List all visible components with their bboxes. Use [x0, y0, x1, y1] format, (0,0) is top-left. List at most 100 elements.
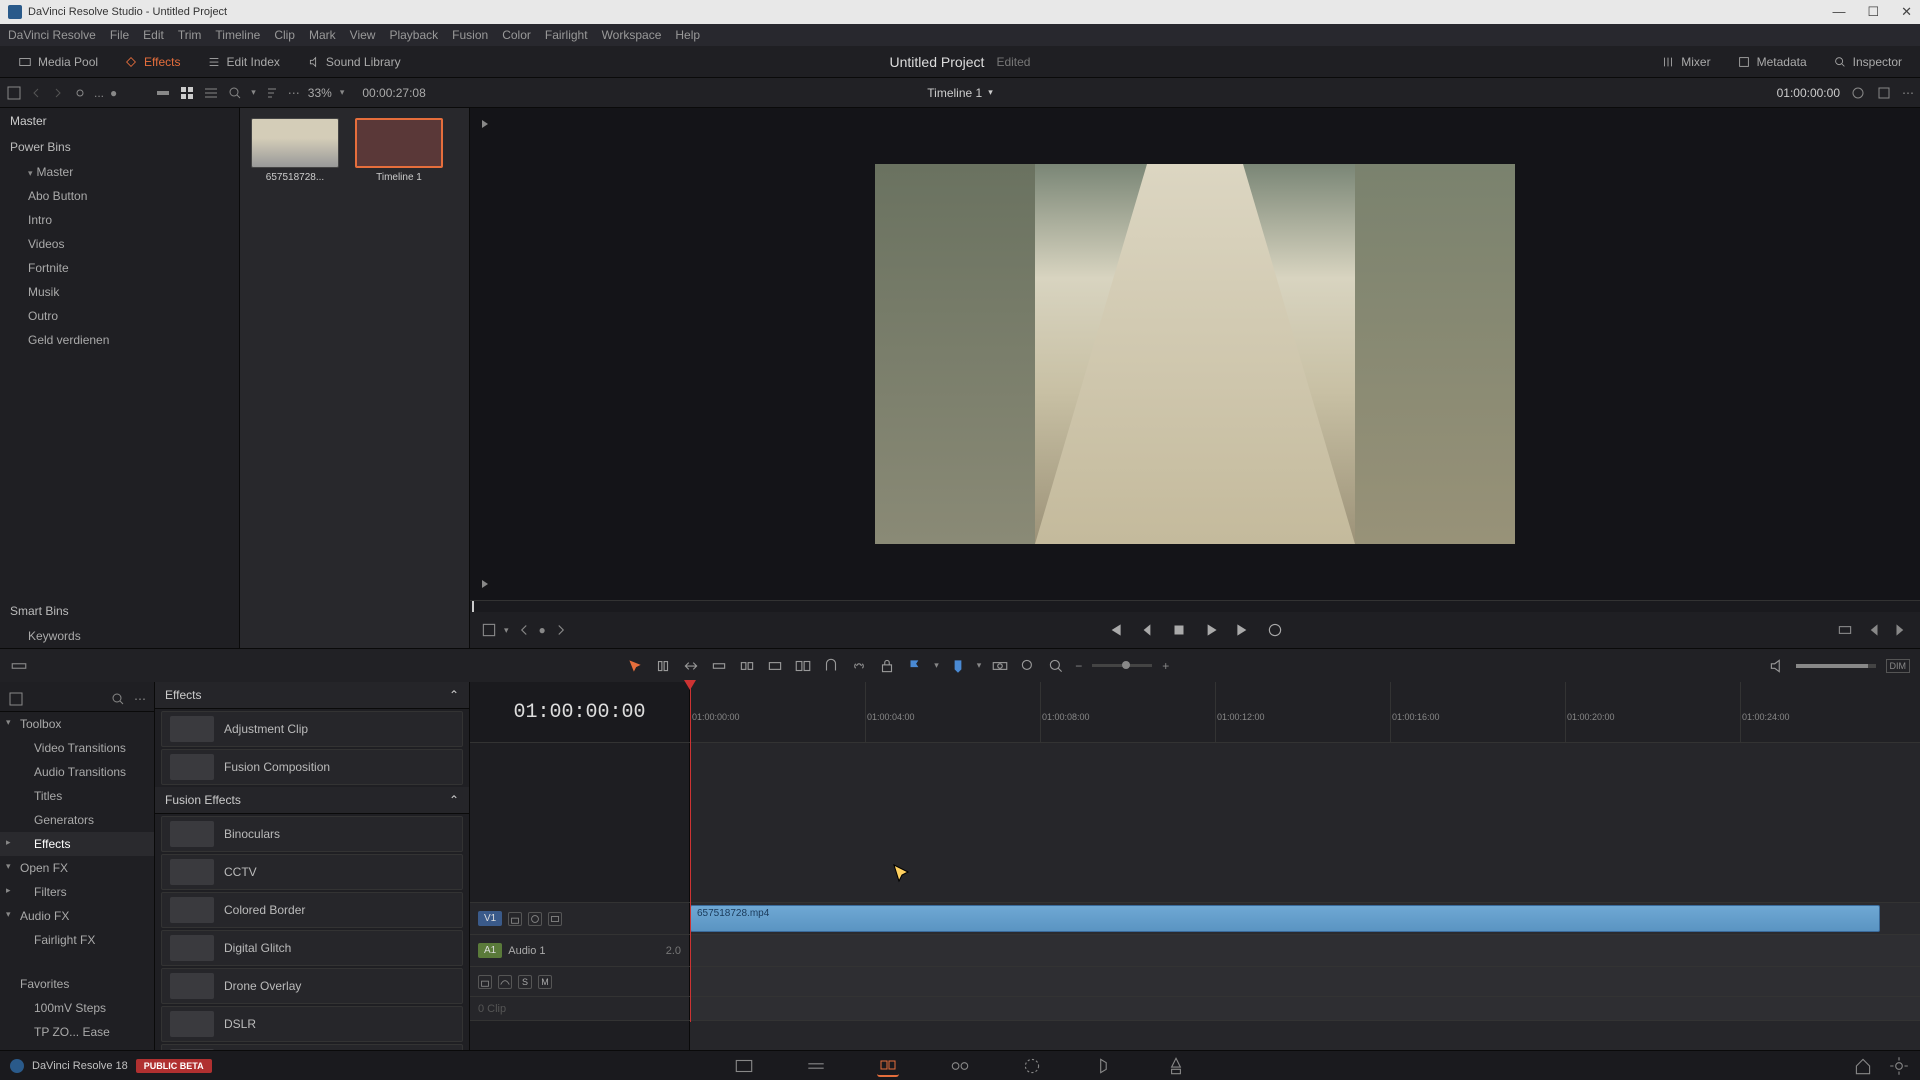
bin-item[interactable]: Intro	[0, 208, 239, 232]
overwrite-icon[interactable]	[766, 657, 784, 675]
bin-item[interactable]: Videos	[0, 232, 239, 256]
disable-track-icon[interactable]	[528, 912, 542, 926]
cut-page-icon[interactable]	[805, 1055, 827, 1077]
lock-track-icon[interactable]	[508, 912, 522, 926]
viewer-canvas[interactable]	[470, 108, 1920, 600]
settings-icon[interactable]	[1888, 1055, 1910, 1077]
video-track-header[interactable]: V1	[470, 903, 690, 934]
fusion-page-icon[interactable]	[949, 1055, 971, 1077]
loop-button[interactable]	[1266, 621, 1284, 639]
lock-icon[interactable]	[878, 657, 896, 675]
v1-badge[interactable]: V1	[478, 911, 502, 926]
fx-cat-item[interactable]: Generators	[0, 808, 154, 832]
media-clip-thumb[interactable]: 657518728...	[250, 118, 340, 183]
fx-cat-item[interactable]: Video Transitions	[0, 736, 154, 760]
blade-tool-icon[interactable]	[710, 657, 728, 675]
dim-icon[interactable]: DIM	[1886, 659, 1911, 673]
keywords-bin[interactable]: Keywords	[0, 624, 239, 648]
flag-icon[interactable]	[906, 657, 924, 675]
menu-workspace[interactable]: Workspace	[602, 28, 662, 42]
solo-button[interactable]: S	[518, 975, 532, 989]
mute-icon[interactable]	[1768, 657, 1786, 675]
fx-item[interactable]: Drone Overlay	[161, 968, 463, 1004]
media-pool-toggle[interactable]: Media Pool	[10, 51, 106, 73]
bin-item[interactable]: Abo Button	[0, 184, 239, 208]
fx-item[interactable]: Binoculars	[161, 816, 463, 852]
mixer-toggle[interactable]: Mixer	[1653, 51, 1718, 73]
jump-first-icon[interactable]	[478, 116, 494, 132]
prev-marker-icon[interactable]	[515, 621, 533, 639]
menu-mark[interactable]: Mark	[309, 28, 336, 42]
view-strip-icon[interactable]	[155, 85, 171, 101]
fx-audiofx[interactable]: Audio FX	[0, 904, 154, 928]
go-start-button[interactable]	[1106, 621, 1124, 639]
selection-tool-icon[interactable]	[626, 657, 644, 675]
lock-audio-icon[interactable]	[478, 975, 492, 989]
master-bin[interactable]: Master	[0, 108, 239, 134]
out-point-icon[interactable]	[1892, 621, 1910, 639]
audio-curve-icon[interactable]	[498, 975, 512, 989]
sound-library-toggle[interactable]: Sound Library	[298, 51, 409, 73]
fx-openfx[interactable]: Open FX	[0, 856, 154, 880]
fx-favorites[interactable]: Favorites	[0, 972, 154, 996]
menu-help[interactable]: Help	[675, 28, 700, 42]
home-icon[interactable]	[1852, 1055, 1874, 1077]
match-frame-icon[interactable]	[1836, 621, 1854, 639]
timeline-options-icon[interactable]	[10, 657, 28, 675]
fairlight-page-icon[interactable]	[1093, 1055, 1115, 1077]
play-button[interactable]	[1202, 621, 1220, 639]
video-visibility-icon[interactable]	[548, 912, 562, 926]
timeline-thumb[interactable]: Timeline 1	[354, 118, 444, 183]
zoom-custom-icon[interactable]	[1047, 657, 1065, 675]
fx-panel-icon[interactable]	[8, 691, 24, 707]
next-marker-icon[interactable]	[552, 621, 570, 639]
replace-icon[interactable]	[794, 657, 812, 675]
fx-fusion-header[interactable]: Fusion Effects⌃	[155, 787, 469, 814]
inspector-toggle[interactable]: Inspector	[1825, 51, 1910, 73]
fx-toolbox[interactable]: Toolbox	[0, 712, 154, 736]
power-master-bin[interactable]: Master	[0, 160, 239, 184]
video-clip[interactable]: 657518728.mp4	[690, 905, 1880, 932]
menu-playback[interactable]: Playback	[389, 28, 438, 42]
maximize-button[interactable]: ☐	[1867, 4, 1879, 20]
fx-effects-header[interactable]: Effects⌃	[155, 682, 469, 709]
fx-cat-item[interactable]: Titles	[0, 784, 154, 808]
fx-search-icon[interactable]	[110, 691, 126, 707]
menu-clip[interactable]: Clip	[274, 28, 295, 42]
stop-button[interactable]	[1170, 621, 1188, 639]
bypass-icon[interactable]	[1850, 85, 1866, 101]
close-button[interactable]: ✕	[1901, 4, 1912, 20]
step-back-button[interactable]	[1138, 621, 1156, 639]
search-icon[interactable]	[227, 85, 243, 101]
jump-last-icon[interactable]	[478, 576, 494, 592]
bin-item[interactable]: Fortnite	[0, 256, 239, 280]
snap-icon[interactable]	[822, 657, 840, 675]
fx-cat-item[interactable]: Audio Transitions	[0, 760, 154, 784]
crop-icon[interactable]	[480, 621, 498, 639]
power-bins-label[interactable]: Power Bins	[0, 134, 239, 160]
bin-item[interactable]: Outro	[0, 304, 239, 328]
dynamic-trim-icon[interactable]	[682, 657, 700, 675]
fx-filters[interactable]: Filters	[0, 880, 154, 904]
fx-fav-item[interactable]: 100mV Steps	[0, 996, 154, 1020]
in-point-icon[interactable]	[1864, 621, 1882, 639]
go-end-button[interactable]	[1234, 621, 1252, 639]
color-page-icon[interactable]	[1021, 1055, 1043, 1077]
sort-icon[interactable]	[264, 85, 280, 101]
nav-fwd-icon[interactable]	[50, 85, 66, 101]
a1-badge[interactable]: A1	[478, 943, 502, 958]
link-clips-icon[interactable]	[850, 657, 868, 675]
zoom-detail-icon[interactable]	[1019, 657, 1037, 675]
fx-item[interactable]: Digital Glitch	[161, 930, 463, 966]
singleviewer-icon[interactable]	[1876, 85, 1892, 101]
timeline-name-dropdown[interactable]: Timeline 1 ▾	[927, 86, 992, 100]
marker-icon[interactable]	[949, 657, 967, 675]
fx-item[interactable]: Colored Border	[161, 892, 463, 928]
menu-view[interactable]: View	[350, 28, 376, 42]
nav-back-icon[interactable]	[28, 85, 44, 101]
minimize-button[interactable]: —	[1832, 4, 1845, 20]
deliver-page-icon[interactable]	[1165, 1055, 1187, 1077]
menu-timeline[interactable]: Timeline	[215, 28, 260, 42]
playhead[interactable]	[690, 682, 691, 1022]
fx-cat-effects[interactable]: Effects	[0, 832, 154, 856]
